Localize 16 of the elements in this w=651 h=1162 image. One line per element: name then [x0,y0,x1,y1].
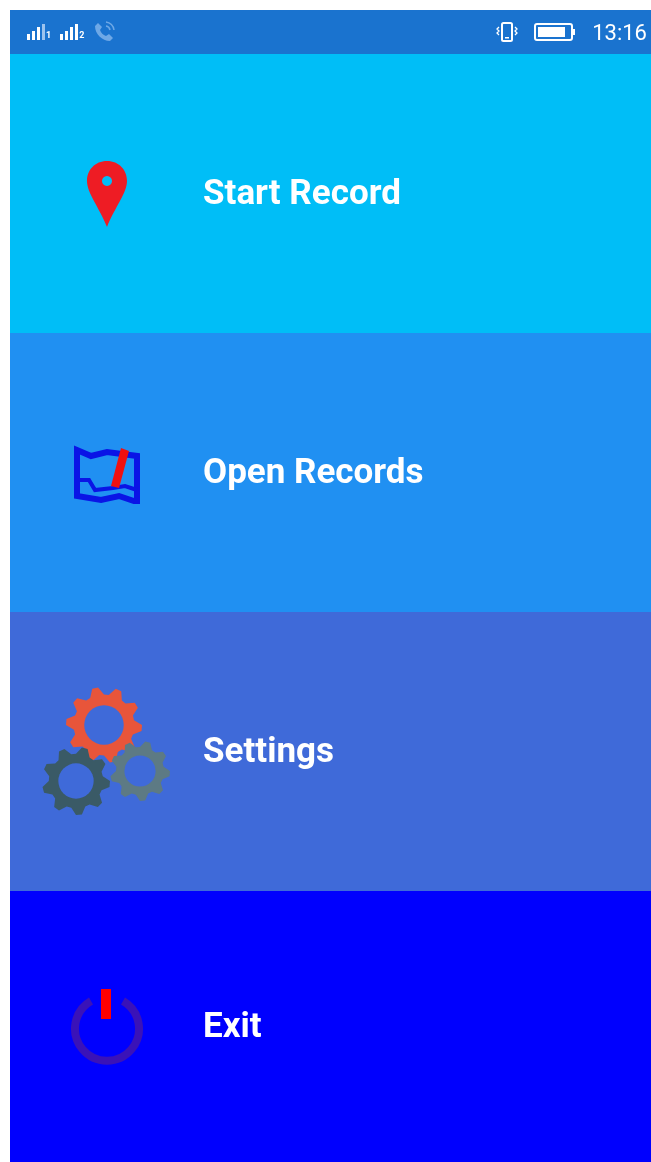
menu-item[interactable]: Settings [10,612,651,891]
signal-icon [26,24,46,40]
signal-icon [59,24,80,40]
menu-label: Exit [203,1004,262,1049]
menu-item[interactable]: Exit [10,891,651,1162]
sim-number: 1 [46,31,52,40]
clock-time: 13:16 [592,18,647,47]
menu-label: Settings [203,729,334,774]
map-pin-icon [84,158,129,229]
battery-icon [534,22,577,42]
vibrate-icon [496,21,519,43]
phone-icon [92,20,117,44]
menu-label: Open Records [203,450,424,495]
menu-label: Start Record [203,171,401,216]
menu-item[interactable]: Open Records [10,333,651,612]
sim-number: 2 [79,31,85,40]
